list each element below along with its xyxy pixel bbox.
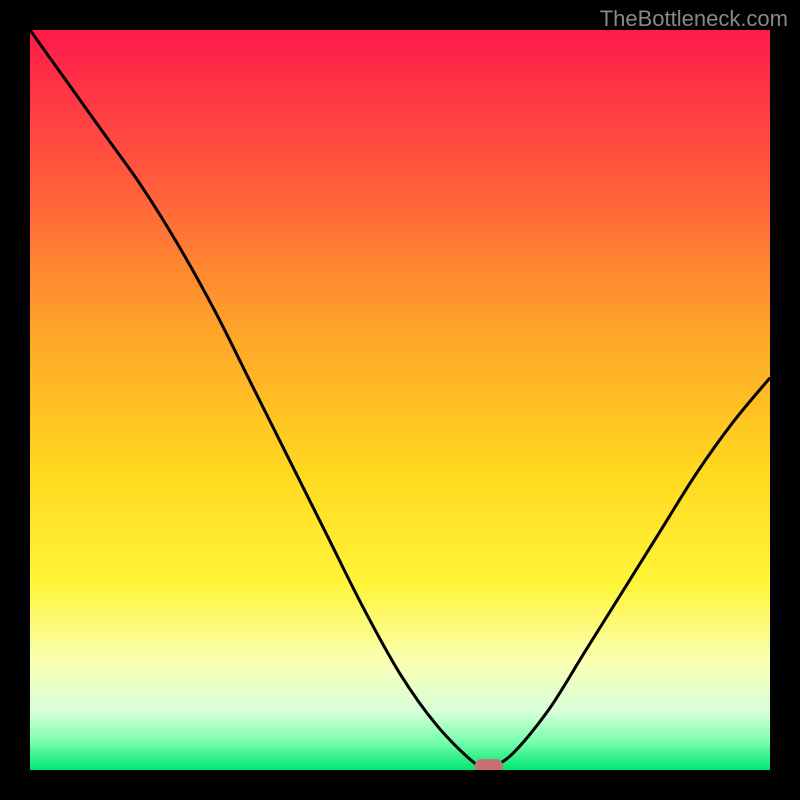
gradient-background xyxy=(30,30,770,770)
watermark-text: TheBottleneck.com xyxy=(600,6,788,32)
bottleneck-chart xyxy=(30,30,770,770)
chart-svg xyxy=(30,30,770,770)
optimal-marker xyxy=(475,759,503,770)
